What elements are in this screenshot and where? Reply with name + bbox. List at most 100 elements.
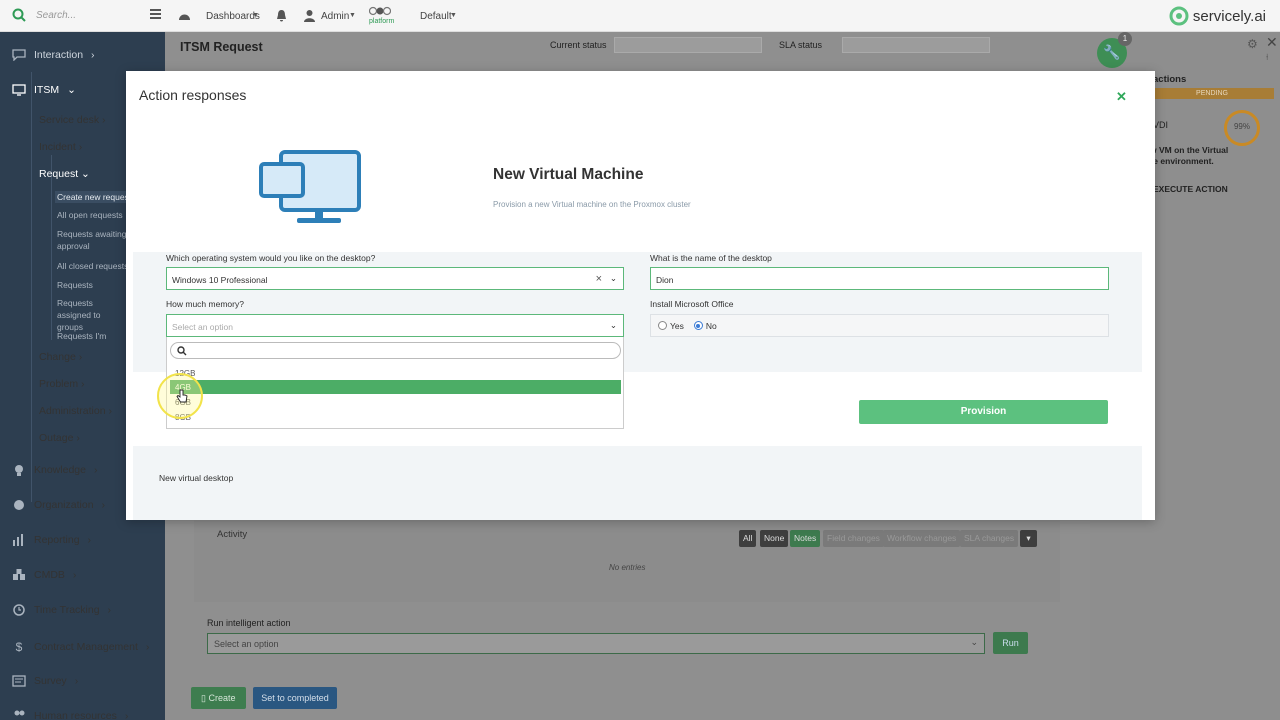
default-menu[interactable]: Default <box>420 11 452 22</box>
filter-workflow-changes[interactable]: Workflow changes <box>883 530 961 547</box>
office-no-radio[interactable]: No <box>693 320 717 331</box>
action-responses-modal: Action responses ✕ New Virtual Machine P… <box>126 71 1155 520</box>
sidebar-item-label: Interaction <box>34 49 84 61</box>
sidebar-item-cmdb[interactable]: CMDB › <box>12 569 76 581</box>
memory-select[interactable]: Select an option ⌄ <box>166 314 624 337</box>
desktop-name-value: Dion <box>656 275 674 285</box>
platform-icon <box>369 6 391 16</box>
close-icon[interactable]: ✕ <box>1266 34 1278 51</box>
sidebar-item-survey[interactable]: Survey › <box>12 675 78 687</box>
modal-footer <box>133 446 1142 520</box>
search-input[interactable]: Search... <box>36 10 76 21</box>
radio-dot <box>658 321 667 330</box>
sidebar-subitem-requests-following[interactable]: Requests I'm following <box>57 330 127 342</box>
sidebar-item-outage[interactable]: Outage › <box>39 432 80 444</box>
radio-dot <box>693 321 703 330</box>
sidebar-item-incident[interactable]: Incident › <box>39 141 82 153</box>
sidebar-item-itsm[interactable]: ITSM ⌄ <box>12 84 76 96</box>
provision-button[interactable]: Provision <box>859 400 1108 424</box>
filter-notes[interactable]: Notes <box>790 530 821 547</box>
execute-action-button[interactable]: EXECUTE ACTION <box>1153 184 1228 194</box>
memory-option-12gb[interactable]: 12GB <box>170 366 621 380</box>
dashboard-gauge-icon <box>179 14 190 20</box>
modal-title: Action responses <box>139 87 247 103</box>
radio-label: No <box>705 320 717 331</box>
memory-option-6gb[interactable]: 6GB <box>170 395 621 409</box>
admin-menu[interactable]: Admin <box>321 11 349 22</box>
activity-label: Activity <box>217 529 248 540</box>
clear-icon[interactable]: × <box>596 273 602 285</box>
filter-none[interactable]: None <box>760 530 789 547</box>
memory-option-8gb[interactable]: 8GB <box>170 410 621 424</box>
sidebar-item-time-tracking[interactable]: Time Tracking › <box>12 604 111 616</box>
pin-icon[interactable]: ⍿ <box>1266 52 1268 63</box>
notification-badge: 1 <box>1118 32 1132 46</box>
top-bar: Search... Dashboards ▼ Admin ▼ platform … <box>0 0 1280 32</box>
platform-label[interactable]: platform <box>369 18 394 25</box>
sidebar-item-label: Survey <box>34 675 67 687</box>
survey-icon <box>12 675 26 687</box>
filter-dropdown[interactable]: ▾ <box>1020 530 1037 547</box>
sidebar-item-knowledge[interactable]: Knowledge › <box>12 464 97 476</box>
run-intelligent-action-label: Run intelligent action <box>207 618 291 628</box>
sidebar-subitem-all-open-requests[interactable]: All open requests <box>57 209 123 221</box>
sidebar-item-human-resources[interactable]: Human resources › <box>12 710 128 720</box>
filter-sla-changes[interactable]: SLA changes <box>960 530 1019 547</box>
sidebar-item-reporting[interactable]: Reporting › <box>12 534 91 546</box>
memory-option-4gb[interactable]: 4GB <box>170 380 621 394</box>
brand-logo: servicely.ai <box>1169 6 1266 26</box>
office-question-label: Install Microsoft Office <box>650 299 734 309</box>
chevron-down-icon: ▼ <box>450 12 457 19</box>
modal-subheading: Provision a new Virtual machine on the P… <box>493 200 691 209</box>
vdi-label: VDI <box>1153 120 1169 130</box>
chevron-down-icon: ⌄ <box>609 320 617 330</box>
intelligent-action-select[interactable]: Select an option ⌄ <box>207 633 985 654</box>
sidebar-item-administration[interactable]: Administration › <box>39 405 112 417</box>
sidebar-item-label: Request <box>39 168 79 180</box>
create-button[interactable]: ▯ Create <box>191 687 246 709</box>
monitor-icon <box>259 150 361 223</box>
close-icon[interactable]: ✕ <box>1116 89 1127 105</box>
desktop-name-input[interactable]: Dion <box>650 267 1109 290</box>
sidebar-item-label: Outage <box>39 432 74 444</box>
sidebar-item-label: Organization <box>34 499 94 511</box>
sidebar-item-service-desk[interactable]: Service desk › <box>39 114 106 126</box>
servicely-logo-icon <box>1169 6 1189 26</box>
search-icon[interactable] <box>12 8 26 22</box>
sidebar-item-change[interactable]: Change › <box>39 351 82 363</box>
sidebar-item-request[interactable]: Request ⌄ <box>39 168 90 180</box>
os-select[interactable]: Windows 10 Professional × ⌄ <box>166 267 624 290</box>
sidebar-item-label: CMDB <box>34 569 65 581</box>
sidebar-item-label: Contract Management <box>34 641 138 653</box>
chat-icon <box>12 49 26 61</box>
set-to-completed-button[interactable]: Set to completed <box>253 687 337 709</box>
gear-icon[interactable]: ⚙ <box>1247 37 1258 51</box>
sidebar-item-label: Problem <box>39 378 79 390</box>
sidebar-subitem-requests-assigned-to-groups[interactable]: Requests assigned to groups <box>57 297 127 333</box>
clock-icon <box>13 604 25 616</box>
sidebar-item-problem[interactable]: Problem › <box>39 378 85 390</box>
action-description: w VM on the Virtual re environment. <box>1150 145 1229 166</box>
create-label: Create <box>208 693 236 703</box>
chevron-down-icon: ⌄ <box>970 637 978 647</box>
menu-icon[interactable] <box>150 9 161 19</box>
filter-all[interactable]: All <box>739 530 757 547</box>
sidebar-item-contract-management[interactable]: $ Contract Management › <box>12 640 150 654</box>
bell-icon[interactable] <box>276 10 287 22</box>
sidebar-item-label: Service desk <box>39 114 100 126</box>
sidebar-item-label: Change <box>39 351 76 363</box>
sidebar-subitem-requests-awaiting-approval[interactable]: Requests awaiting approval <box>57 228 127 252</box>
os-select-value: Windows 10 Professional <box>172 275 268 285</box>
sidebar-item-organization[interactable]: Organization › <box>12 499 105 511</box>
sidebar-subitem-all-closed-requests[interactable]: All closed requests <box>57 260 128 272</box>
sidebar-item-interaction[interactable]: Interaction › <box>12 49 95 61</box>
office-yes-radio[interactable]: Yes <box>658 321 684 331</box>
actions-heading: actions <box>1153 74 1187 85</box>
users-icon <box>14 710 25 716</box>
globe-icon <box>14 500 24 510</box>
select-placeholder: Select an option <box>214 639 279 649</box>
run-button[interactable]: Run <box>993 632 1028 654</box>
dropdown-search-input[interactable] <box>170 342 621 359</box>
filter-field-changes[interactable]: Field changes <box>823 530 884 547</box>
sidebar-subitem-requests-assigned-to-me[interactable]: Requests assigned to me <box>57 279 127 291</box>
